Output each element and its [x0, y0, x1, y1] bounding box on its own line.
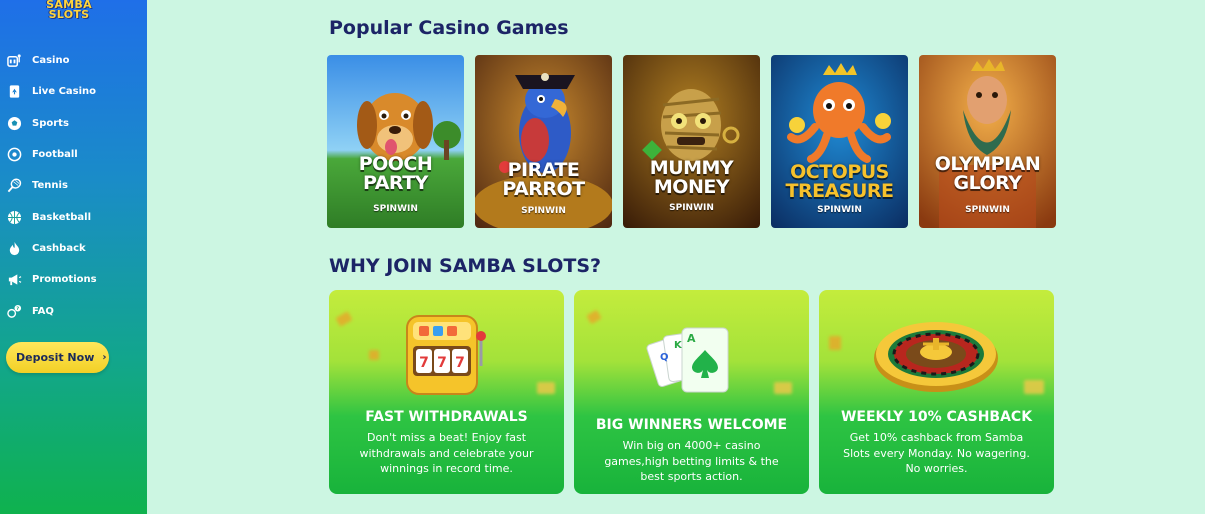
sidebar-item-basketball[interactable]: Basketball [0, 201, 147, 232]
game-provider: SPINWIN [669, 203, 714, 213]
feature-title: BIG WINNERS WELCOME [595, 417, 788, 433]
sidebar-item-label: Promotions [32, 274, 97, 286]
svg-text:7: 7 [419, 355, 429, 371]
why-join-cards: 7 7 7 FAST WITHDRAWALS Don't miss a beat… [329, 290, 1055, 495]
chevron-right-icon: › [102, 352, 107, 363]
sidebar-item-football[interactable]: Football [0, 139, 147, 170]
sidebar-item-label: Sports [32, 117, 69, 129]
svg-text:7: 7 [455, 355, 465, 371]
svg-text:7: 7 [437, 355, 447, 371]
game-title: MUMMY MONEY [649, 157, 734, 198]
why-join-heading: WHY JOIN SAMBA SLOTS? [329, 255, 602, 277]
game-provider: SPINWIN [521, 206, 566, 216]
basketball-icon [6, 209, 22, 225]
sidebar-item-faq[interactable]: ? FAQ [0, 295, 147, 326]
svg-text:?: ? [16, 306, 19, 312]
pirate-parrot-artwork [475, 55, 612, 228]
sidebar-item-tennis[interactable]: Tennis [0, 170, 147, 201]
feature-description: Don't miss a beat! Enjoy fast withdrawal… [359, 431, 534, 475]
football-icon [6, 147, 22, 163]
game-card-olympian-glory[interactable]: OLYMPIAN GLORY SPINWIN [919, 55, 1056, 228]
svg-text:Q: Q [660, 352, 669, 363]
game-card-pirate-parrot[interactable]: PIRATE PARROT SPINWIN [475, 55, 612, 228]
playing-card-icon [6, 84, 22, 100]
feature-card-weekly-cashback: WEEKLY 10% CASHBACK Get 10% cashback fro… [819, 290, 1054, 494]
octopus-treasure-artwork [771, 55, 908, 228]
sidebar-item-cashback[interactable]: Cashback [0, 233, 147, 264]
game-title: OCTOPUS TREASURE [785, 161, 895, 202]
svg-text:A: A [687, 332, 696, 345]
game-card-octopus-treasure[interactable]: OCTOPUS TREASURE SPINWIN [771, 55, 908, 228]
slot-machine-icon [6, 53, 22, 69]
game-title: OLYMPIAN GLORY [934, 153, 1041, 194]
feature-card-big-winners: Q K A BIG WINNERS WELCOME Win big on 400… [574, 290, 809, 494]
game-card-mummy-money[interactable]: MUMMY MONEY SPINWIN [623, 55, 760, 228]
roulette-wheel-icon [874, 322, 998, 392]
flame-icon [6, 240, 22, 256]
sidebar-item-label: Tennis [32, 180, 68, 192]
game-title: PIRATE PARROT [502, 159, 585, 200]
svg-text:K: K [674, 340, 683, 351]
feature-description: Win big on 4000+ casino games,high betti… [604, 439, 779, 483]
sidebar-item-label: Football [32, 149, 78, 161]
sidebar: SAMBA SLOTS Casino Live Casino Sports Fo… [0, 0, 147, 514]
feature-title: WEEKLY 10% CASHBACK [840, 409, 1033, 425]
megaphone-icon [6, 272, 22, 288]
game-provider: SPINWIN [373, 204, 418, 214]
sidebar-item-promotions[interactable]: Promotions [0, 264, 147, 295]
deposit-now-button[interactable]: Deposit Now › [6, 342, 109, 373]
logo-line-2: SLOTS [48, 8, 90, 21]
olympian-glory-artwork [919, 55, 1056, 228]
games-row: POOCH PARTY SPINWIN PIRATE PARROT SPINWIN [327, 55, 1057, 228]
sidebar-item-label: FAQ [32, 305, 54, 317]
sidebar-nav: Casino Live Casino Sports Football Tenni… [0, 45, 147, 327]
game-provider: SPINWIN [817, 205, 862, 215]
samba-slots-logo[interactable]: SAMBA SLOTS [36, 0, 102, 24]
sidebar-item-label: Casino [32, 55, 70, 67]
pooch-party-artwork [327, 55, 464, 228]
playing-cards-icon: Q K A [646, 327, 729, 393]
sidebar-item-casino[interactable]: Casino [0, 45, 147, 76]
popular-games-heading: Popular Casino Games [329, 17, 569, 39]
soccer-ball-icon [6, 115, 22, 131]
sidebar-item-label: Cashback [32, 242, 86, 254]
sidebar-item-label: Live Casino [32, 86, 97, 98]
feature-card-fast-withdrawals: 7 7 7 FAST WITHDRAWALS Don't miss a beat… [329, 290, 564, 494]
sidebar-item-sports[interactable]: Sports [0, 108, 147, 139]
game-card-pooch-party[interactable]: POOCH PARTY SPINWIN [327, 55, 464, 228]
sidebar-item-live-casino[interactable]: Live Casino [0, 76, 147, 107]
slot-machine-icon: 7 7 7 [406, 315, 486, 395]
game-provider: SPINWIN [965, 205, 1010, 215]
game-title: POOCH PARTY [358, 153, 433, 194]
feature-description: Get 10% cashback from Samba Slots every … [843, 431, 1030, 475]
question-icon: ? [6, 303, 22, 319]
feature-title: FAST WITHDRAWALS [365, 409, 528, 425]
tennis-racket-icon [6, 178, 22, 194]
deposit-label: Deposit Now [16, 351, 95, 364]
sidebar-item-label: Basketball [32, 211, 92, 223]
